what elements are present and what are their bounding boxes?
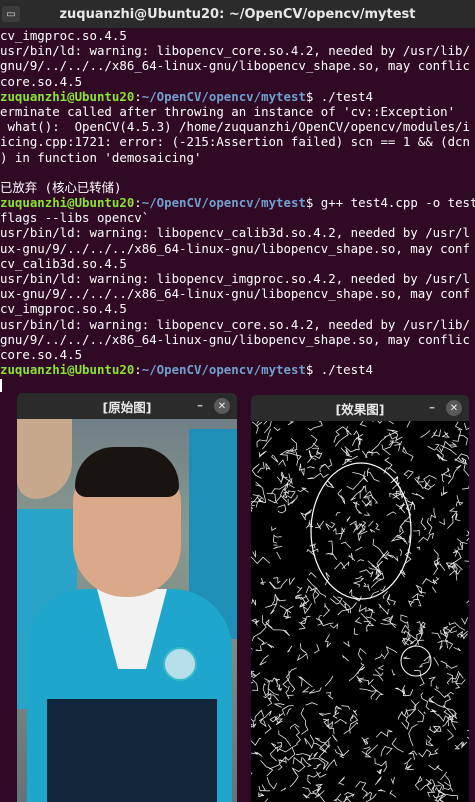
terminal-prompt-line: zuquanzhi@Ubuntu20:~/OpenCV/opencv/mytes… <box>0 362 475 377</box>
edge-logo-outline <box>400 645 432 677</box>
terminal-cursor-line <box>0 377 475 393</box>
terminal-output-line: ux-gnu/9/../../../x86_64-linux-gnu/libop… <box>0 286 470 302</box>
terminal-output-line: cv_imgproc.so.4.5 <box>0 301 127 317</box>
terminal-output-line: ux-gnu/9/../../../x86_64-linux-gnu/libop… <box>0 240 470 256</box>
terminal-output-line: core.so.4.5 <box>0 346 83 362</box>
effect-image-window[interactable]: [效果图] – ✕ <box>251 395 469 802</box>
prompt-command: g++ test4.cpp -o test <box>320 195 475 211</box>
prompt-path: ~/OpenCV/opencv/mytest <box>141 195 306 211</box>
effect-window-titlebar[interactable]: [效果图] – ✕ <box>251 395 469 421</box>
prompt-command: ./test4 <box>320 88 374 104</box>
terminal-output[interactable]: cv_imgproc.so.4.5 usr/bin/ld: warning: li… <box>0 28 475 393</box>
terminal-title: zuquanzhi@Ubuntu20: ~/OpenCV/opencv/myte… <box>59 6 416 22</box>
original-window-title: [原始图] <box>102 399 152 415</box>
terminal-output-line: usr/bin/ld: warning: libopencv_core.so.4… <box>0 316 470 332</box>
prompt-separator: : <box>134 88 142 104</box>
edge-lines <box>251 421 469 802</box>
terminal-output-line: icing.cpp:1721: error: (-215:Assertion f… <box>0 134 470 150</box>
edge-detection-image <box>251 421 469 802</box>
terminal-output-line: usr/bin/ld: warning: libopencv_imgproc.s… <box>0 271 470 286</box>
original-image-window[interactable]: [原始图] – ✕ <box>17 393 237 802</box>
terminal-output-line: ) in function 'demosaicing' <box>0 149 202 165</box>
terminal-prompt-line: zuquanzhi@Ubuntu20:~/OpenCV/opencv/mytes… <box>0 195 475 210</box>
close-icon[interactable]: ✕ <box>214 398 230 414</box>
terminal-output-line: flags --libs opencv` <box>0 210 150 226</box>
prompt-symbol: $ <box>305 195 321 211</box>
prompt-symbol: $ <box>305 88 321 104</box>
terminal-output-line: cv_calib3d.so.4.5 <box>0 255 127 271</box>
original-window-titlebar[interactable]: [原始图] – ✕ <box>17 393 237 419</box>
prompt-path: ~/OpenCV/opencv/mytest <box>141 362 306 378</box>
minimize-icon[interactable]: – <box>197 398 203 412</box>
terminal-output-line: erminate called after throwing an instan… <box>0 103 456 119</box>
terminal-titlebar[interactable]: ▭ zuquanzhi@Ubuntu20: ~/OpenCV/opencv/my… <box>0 0 475 28</box>
terminal-prompt-line: zuquanzhi@Ubuntu20:~/OpenCV/opencv/mytes… <box>0 89 475 104</box>
original-image <box>17 419 237 802</box>
terminal-output-line: what(): OpenCV(4.5.3) /home/zuquanzhi/Op… <box>0 119 470 135</box>
prompt-separator: : <box>134 362 142 378</box>
prompt-separator: : <box>134 195 142 211</box>
prompt-user: zuquanzhi@Ubuntu20 <box>0 362 135 378</box>
minimize-icon[interactable]: – <box>429 400 435 414</box>
terminal-output-line: gnu/9/../../../x86_64-linux-gnu/libopenc… <box>0 331 470 347</box>
terminal-output-line: core.so.4.5 <box>0 73 83 89</box>
prompt-path: ~/OpenCV/opencv/mytest <box>141 88 306 104</box>
terminal-output-line: cv_imgproc.so.4.5 <box>0 28 127 43</box>
terminal-output-line: gnu/9/../../../x86_64-linux-gnu/libopenc… <box>0 58 470 74</box>
cursor <box>0 379 2 393</box>
effect-window-title: [效果图] <box>335 401 385 417</box>
terminal-menu-icon[interactable]: ▭ <box>2 6 20 22</box>
edge-image <box>251 421 469 802</box>
terminal-output-line: usr/bin/ld: warning: libopencv_core.so.4… <box>0 43 470 59</box>
close-icon[interactable]: ✕ <box>446 400 462 416</box>
terminal-output-line: 已放弃 (核心已转储) <box>0 179 122 195</box>
prompt-symbol: $ <box>305 362 321 378</box>
terminal-output-line: usr/bin/ld: warning: libopencv_calib3d.s… <box>0 225 470 241</box>
prompt-user: zuquanzhi@Ubuntu20 <box>0 195 135 211</box>
prompt-user: zuquanzhi@Ubuntu20 <box>0 88 135 104</box>
prompt-command: ./test4 <box>320 362 374 378</box>
